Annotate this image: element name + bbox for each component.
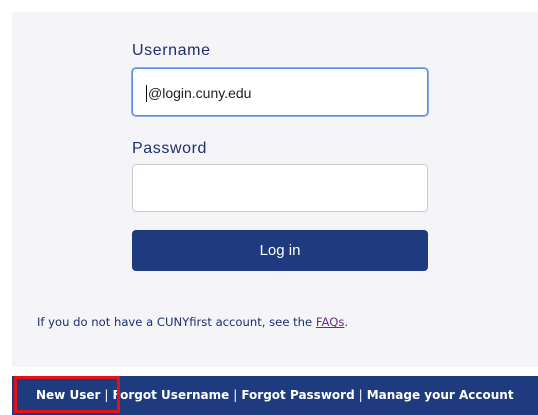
account-note-text: If you do not have a CUNYfirst account, … [37, 315, 313, 329]
account-note-end: . [344, 315, 349, 329]
password-field[interactable] [132, 164, 428, 212]
footer-bar: New User | Forgot Username | Forgot Password… [12, 376, 538, 415]
footer-separator: | [358, 388, 363, 402]
text-cursor [146, 84, 147, 102]
login-button[interactable]: Log in [132, 230, 428, 271]
new-user-link[interactable]: New User [36, 388, 100, 402]
footer-separator: | [104, 388, 109, 402]
footer-links: New User | Forgot Username | Forgot Password… [12, 376, 514, 415]
password-label: Password [132, 140, 208, 157]
username-field[interactable]: @login.cuny.edu [132, 68, 428, 116]
username-value: @login.cuny.edu [148, 85, 252, 101]
manage-account-link[interactable]: Manage your Account [367, 388, 514, 402]
forgot-password-link[interactable]: Forgot Password [241, 388, 354, 402]
forgot-username-link[interactable]: Forgot Username [112, 388, 229, 402]
username-label: Username [132, 42, 211, 59]
faqs-link[interactable]: FAQs [316, 315, 345, 329]
account-note: If you do not have a CUNYfirst account, … [37, 315, 348, 329]
footer-separator: | [233, 388, 238, 402]
login-page: Username @login.cuny.edu Password Log in… [0, 0, 538, 415]
